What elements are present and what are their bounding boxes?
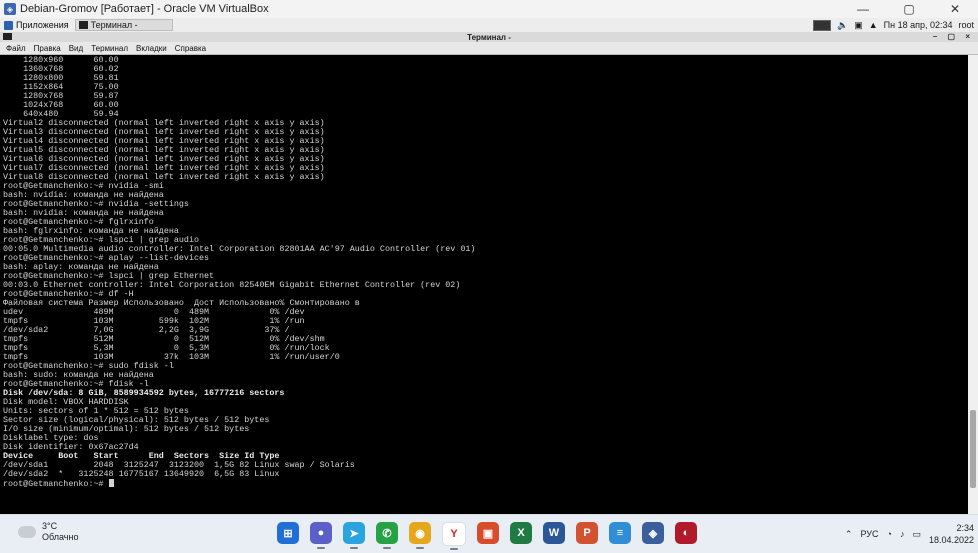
- guest-top-panel: Приложения Терминал - 🔈 ▣ ▲ Пн 18 апр, 0…: [0, 18, 978, 33]
- chat-icon[interactable]: ●: [310, 522, 332, 549]
- window-controls: — ▢ ✕: [840, 0, 978, 18]
- window-title: Debian-Gromov [Работает] - Oracle VM Vir…: [20, 3, 269, 15]
- taskbar-date: 18.04.2022: [928, 535, 974, 545]
- menu-terminal[interactable]: Терминал: [91, 44, 128, 53]
- system-tray: ⌃ РУС ◔ ♪ ▭ 2:34 18.04.2022: [845, 515, 974, 553]
- weather-desc: Облачно: [42, 532, 79, 542]
- terminal-window-controls[interactable]: – ▢ ×: [933, 32, 974, 41]
- terminal-line: 1280x960 60.00: [3, 55, 119, 65]
- weather-widget[interactable]: 3°C Облачно: [18, 521, 78, 543]
- applications-menu-icon: [4, 20, 13, 30]
- terminal-window-icon: [3, 33, 12, 40]
- virtualbox-icon[interactable]: ◈: [642, 522, 664, 544]
- terminal-line: 1280x800 59.81: [3, 73, 119, 83]
- maximize-button[interactable]: ▢: [886, 0, 932, 18]
- word-icon[interactable]: W: [543, 522, 565, 544]
- terminal-line: 1360x768 60.02: [3, 64, 119, 74]
- terminal-title: Терминал -: [467, 32, 511, 42]
- terminal-line: Disklabel type: dos: [3, 433, 99, 443]
- terminal-window: Терминал - – ▢ × Файл Правка Вид Термина…: [0, 32, 978, 514]
- guest-user[interactable]: root: [958, 20, 974, 30]
- yandex-icon[interactable]: Y: [442, 522, 466, 550]
- applications-menu[interactable]: Приложения: [4, 20, 69, 30]
- applications-menu-label: Приложения: [16, 20, 69, 30]
- terminal-lines: 1280x960 60.00 1360x768 60.02 1280x800 5…: [0, 55, 968, 489]
- notepad-icon[interactable]: ≡: [609, 522, 631, 544]
- taskbar-terminal-button[interactable]: Терминал -: [74, 19, 173, 31]
- weather-temp: 3°C: [42, 521, 58, 531]
- powerpoint-icon[interactable]: P: [576, 522, 598, 544]
- taskbar-apps: ⊞ ● ➤ ✆ ◉ Y ▣ X W P ≡ ◈ ◐: [277, 522, 697, 550]
- taskbar-clock[interactable]: 2:34 18.04.2022: [929, 522, 974, 546]
- network-icon[interactable]: ▣: [854, 20, 863, 31]
- volume-icon[interactable]: 🔈: [837, 20, 848, 31]
- terminal-line: Disk /dev/sda: 8 GiB, 8589934592 bytes, …: [3, 388, 285, 398]
- terminal-cursor: [108, 479, 114, 487]
- terminal-line: /dev/sda2 * 3125248 16775167 13649920 6,…: [3, 469, 280, 479]
- battery-icon[interactable]: ▭: [912, 529, 921, 540]
- tray-overflow-icon[interactable]: ⌃: [845, 529, 853, 540]
- wifi-icon[interactable]: ◔: [887, 529, 892, 539]
- terminal-line: root@Getmanchenko:~#: [3, 479, 968, 489]
- terminal-icon: [78, 21, 88, 29]
- terminal-line: 1280x768 59.87: [3, 91, 119, 101]
- minimize-button[interactable]: —: [840, 0, 886, 18]
- menu-help[interactable]: Справка: [175, 44, 206, 53]
- notification-icon[interactable]: ▲: [869, 20, 878, 30]
- image-viewer-icon[interactable]: ▣: [477, 522, 499, 544]
- terminal-output[interactable]: 1280x960 60.00 1360x768 60.02 1280x800 5…: [0, 55, 968, 514]
- menu-tabs[interactable]: Вкладки: [136, 44, 167, 53]
- cloud-icon: [18, 526, 36, 538]
- terminal-line: 1152x864 75.00: [3, 82, 119, 92]
- menu-edit[interactable]: Правка: [34, 44, 61, 53]
- terminal-line: 1024x768 60.00: [3, 100, 119, 110]
- language-indicator[interactable]: РУС: [860, 529, 878, 539]
- terminal-line: I/O size (minimum/optimal): 512 bytes / …: [3, 424, 250, 434]
- terminal-line: 00:03.0 Ethernet controller: Intel Corpo…: [3, 280, 461, 290]
- virtualbox-app-icon: ◈: [4, 3, 16, 15]
- terminal-titlebar[interactable]: Терминал - – ▢ ×: [0, 32, 978, 42]
- guest-clock[interactable]: Пн 18 апр, 02:34: [884, 20, 953, 30]
- windows-taskbar: 3°C Облачно ⊞ ● ➤ ✆ ◉ Y ▣ X W P ≡ ◈ ◐ ⌃ РУС ◔ ♪ ▭ 2:…: [0, 514, 978, 553]
- terminal-menubar: Файл Правка Вид Терминал Вкладки Справка: [0, 42, 978, 55]
- whatsapp-icon[interactable]: ✆: [376, 522, 398, 549]
- taskbar-time: 2:34: [956, 523, 974, 533]
- app-red-icon[interactable]: ◐: [675, 522, 697, 544]
- guest-panel-right: 🔈 ▣ ▲ Пн 18 апр, 02:34 root: [812, 18, 974, 32]
- volume-icon-tray[interactable]: ♪: [900, 529, 905, 539]
- scrollbar-thumb[interactable]: [970, 410, 976, 488]
- chrome-icon[interactable]: ◉: [409, 522, 431, 549]
- start-icon[interactable]: ⊞: [277, 522, 299, 544]
- excel-icon[interactable]: X: [510, 522, 532, 544]
- telegram-icon[interactable]: ➤: [343, 522, 365, 549]
- close-button[interactable]: ✕: [932, 0, 978, 18]
- terminal-scrollbar[interactable]: [968, 55, 978, 514]
- menu-file[interactable]: Файл: [6, 44, 26, 53]
- menu-view[interactable]: Вид: [69, 44, 83, 53]
- taskbar-terminal-label: Терминал -: [90, 20, 138, 30]
- virtualbox-titlebar[interactable]: ◈ Debian-Gromov [Работает] - Oracle VM V…: [0, 0, 978, 18]
- workspace-switcher-icon[interactable]: [812, 19, 831, 31]
